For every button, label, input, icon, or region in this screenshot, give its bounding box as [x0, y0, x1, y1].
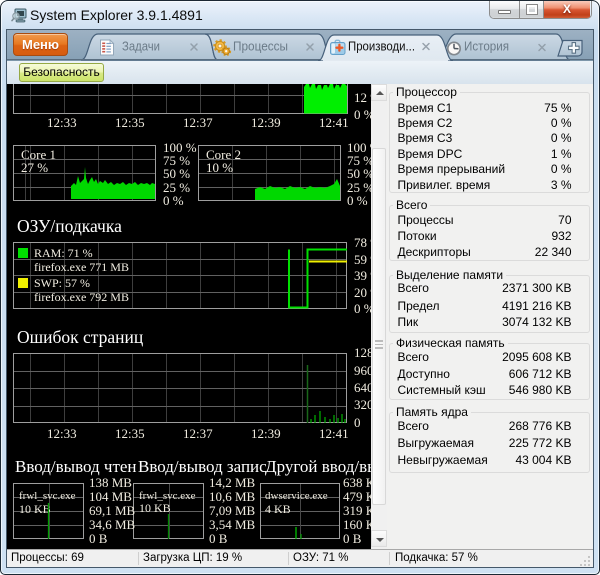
svg-text:Задачи: Задачи [122, 40, 160, 54]
svg-text:История: История [464, 40, 509, 54]
svg-text:Производи...: Производи... [348, 40, 415, 54]
svg-text:Процессы: Процессы [233, 40, 288, 54]
